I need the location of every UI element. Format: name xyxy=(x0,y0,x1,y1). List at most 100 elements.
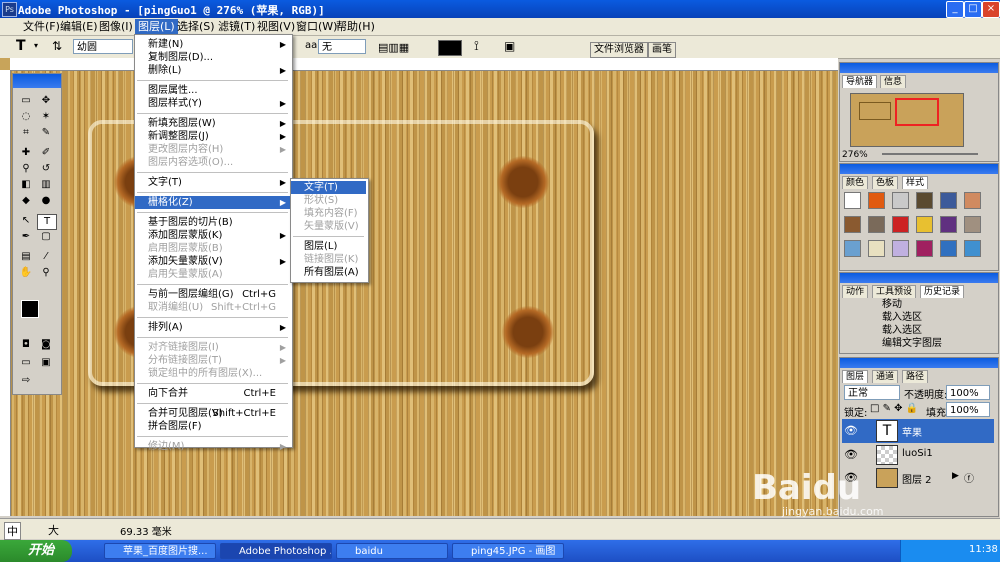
zoom-tool-icon[interactable]: ⚲ xyxy=(37,266,55,280)
layer-menu-item[interactable]: 图层样式(Y) ▶ xyxy=(135,97,290,110)
palettes-icon[interactable]: ▣ xyxy=(504,39,515,53)
eye-icon[interactable]: 👁 xyxy=(844,424,858,437)
tab-navigator[interactable]: 导航器 xyxy=(842,75,878,88)
style-swatch[interactable] xyxy=(892,240,909,257)
clock[interactable]: 11:38 xyxy=(969,544,998,555)
marquee-tool-icon[interactable]: ▭ xyxy=(17,94,35,108)
layer-menu-item[interactable]: 向下合并 Ctrl+E xyxy=(135,387,290,400)
shape-tool-icon[interactable]: ▢ xyxy=(37,230,55,244)
style-swatch[interactable] xyxy=(964,192,981,209)
style-swatch[interactable] xyxy=(940,192,957,209)
layer-menu-item[interactable]: 与前一图层编组(G) Ctrl+G xyxy=(135,288,290,301)
tab-styles[interactable]: 样式 xyxy=(902,176,929,189)
task-button[interactable]: Adobe Photoshop ... xyxy=(220,543,332,559)
screen-mode-icon[interactable]: ▭ xyxy=(17,356,35,370)
style-swatch[interactable] xyxy=(916,192,933,209)
tab-color[interactable]: 颜色 xyxy=(842,176,869,189)
ime-width[interactable]: 大 xyxy=(48,522,59,538)
menu-view[interactable]: 视图(V) xyxy=(254,19,298,34)
standard-mode-icon[interactable]: ◘ xyxy=(17,338,35,352)
layer-menu-item[interactable]: 添加图层蒙版(K) ▶ xyxy=(135,229,290,242)
jump-to-imageready-icon[interactable]: ⇨ xyxy=(17,374,35,388)
layer-menu-item[interactable]: 栅格化(Z) ▶ xyxy=(135,196,290,209)
expand-arrow-icon[interactable]: ▶ xyxy=(952,471,959,481)
type-tool-icon[interactable]: T xyxy=(37,214,57,230)
style-swatch[interactable] xyxy=(844,192,861,209)
fill-field[interactable]: 100% xyxy=(946,402,990,417)
tab-swatches[interactable]: 色板 xyxy=(872,176,899,189)
layer-menu-item[interactable]: 文字(T) ▶ xyxy=(135,176,290,189)
style-swatch[interactable] xyxy=(964,240,981,257)
healing-tool-icon[interactable]: ✚ xyxy=(17,146,35,160)
task-button[interactable]: 苹果_百度图片搜... xyxy=(104,543,216,559)
menu-select[interactable]: 选择(S) xyxy=(174,19,218,34)
brush-tool-icon[interactable]: ✐ xyxy=(37,146,55,160)
layer-row[interactable]: 👁 图层 2 ▶ ⓕ xyxy=(842,467,994,489)
menu-layer[interactable]: 图层(L) xyxy=(135,19,178,34)
eraser-tool-icon[interactable]: ◧ xyxy=(17,178,35,192)
font-family-select[interactable]: 幼圆 xyxy=(73,39,133,54)
blend-mode-select[interactable]: 正常 xyxy=(844,385,900,400)
layer-menu-item[interactable]: 合并可见图层(V) Shift+Ctrl+E xyxy=(135,407,290,420)
tab-brushes[interactable]: 画笔 xyxy=(648,42,676,58)
eyedropper-icon[interactable]: ⁄ xyxy=(37,250,55,264)
menu-edit[interactable]: 编辑(E) xyxy=(57,19,101,34)
layer-row[interactable]: 👁 luoSi1 xyxy=(842,444,994,466)
lock-icons[interactable]: □ ✎ ✥ 🔒 xyxy=(870,403,918,414)
slice-tool-icon[interactable]: ✎ xyxy=(37,126,55,140)
restore-button[interactable]: □ xyxy=(964,1,982,18)
align-buttons-icon[interactable]: ▤▥▦ xyxy=(378,41,409,54)
style-swatch[interactable] xyxy=(940,240,957,257)
layer-effects-icon[interactable]: ⓕ xyxy=(964,470,974,485)
rasterize-menu-item[interactable]: 所有图层(A) xyxy=(291,266,366,279)
layer-menu-item[interactable]: 复制图层(D)... xyxy=(135,51,290,64)
gradient-tool-icon[interactable]: ▥ xyxy=(37,178,55,192)
layer-menu-item[interactable]: 添加矢量蒙版(V) ▶ xyxy=(135,255,290,268)
layer-menu-item[interactable]: 基于图层的切片(B) xyxy=(135,216,290,229)
tab-layers[interactable]: 图层 xyxy=(842,370,869,383)
fullscreen-mode-icon[interactable]: ▣ xyxy=(37,356,55,370)
view-box[interactable] xyxy=(895,98,939,126)
tab-channels[interactable]: 通道 xyxy=(872,370,899,383)
quickmask-mode-icon[interactable]: ◙ xyxy=(37,338,55,352)
layer-menu-item[interactable]: 拼合图层(F) xyxy=(135,420,290,433)
opacity-field[interactable]: 100% xyxy=(946,385,990,400)
menu-image[interactable]: 图像(I) xyxy=(96,19,136,34)
blur-tool-icon[interactable]: ◆ xyxy=(17,194,35,208)
style-swatch[interactable] xyxy=(892,192,909,209)
orientation-toggle-icon[interactable]: ⇅ xyxy=(52,39,62,53)
history-item[interactable]: 移动 xyxy=(842,298,1000,312)
magic-wand-icon[interactable]: ✶ xyxy=(37,110,55,124)
style-swatch[interactable] xyxy=(868,216,885,233)
close-button[interactable]: × xyxy=(982,1,1000,18)
history-item[interactable]: 编辑文字图层 xyxy=(842,337,1000,351)
tab-info[interactable]: 信息 xyxy=(880,75,907,88)
lasso-tool-icon[interactable]: ◌ xyxy=(17,110,35,124)
crop-tool-icon[interactable]: ⌗ xyxy=(17,126,35,140)
history-item[interactable]: 载入选区 xyxy=(842,324,1000,338)
menu-help[interactable]: 帮助(H) xyxy=(333,19,378,34)
rasterize-menu-item[interactable]: 文字(T) xyxy=(291,181,366,194)
task-button[interactable]: baidu xyxy=(336,543,448,559)
anti-alias-select[interactable]: 无 xyxy=(318,39,366,54)
type-tool-icon[interactable]: T xyxy=(16,38,26,54)
move-tool-icon[interactable]: ✥ xyxy=(37,94,55,108)
navigator-thumbnail[interactable] xyxy=(850,93,964,147)
eye-icon[interactable]: 👁 xyxy=(844,448,858,461)
style-swatch[interactable] xyxy=(868,240,885,257)
tab-paths[interactable]: 路径 xyxy=(902,370,929,383)
tab-file-browser[interactable]: 文件浏览器 xyxy=(590,42,648,58)
style-swatch[interactable] xyxy=(844,216,861,233)
rasterize-menu-item[interactable]: 图层(L) xyxy=(291,240,366,253)
dodge-tool-icon[interactable]: ● xyxy=(37,194,55,208)
pen-tool-icon[interactable]: ✒ xyxy=(17,230,35,244)
toolbox-header[interactable] xyxy=(13,74,61,88)
zoom-slider[interactable] xyxy=(882,153,978,155)
task-button[interactable]: ping45.JPG - 画图 xyxy=(452,543,564,559)
hand-tool-icon[interactable]: ✋ xyxy=(17,266,35,280)
minimize-button[interactable]: _ xyxy=(946,1,964,18)
style-swatch[interactable] xyxy=(916,240,933,257)
layer-row[interactable]: 👁 T 苹果 xyxy=(842,419,994,443)
style-swatch[interactable] xyxy=(892,216,909,233)
style-swatch[interactable] xyxy=(940,216,957,233)
